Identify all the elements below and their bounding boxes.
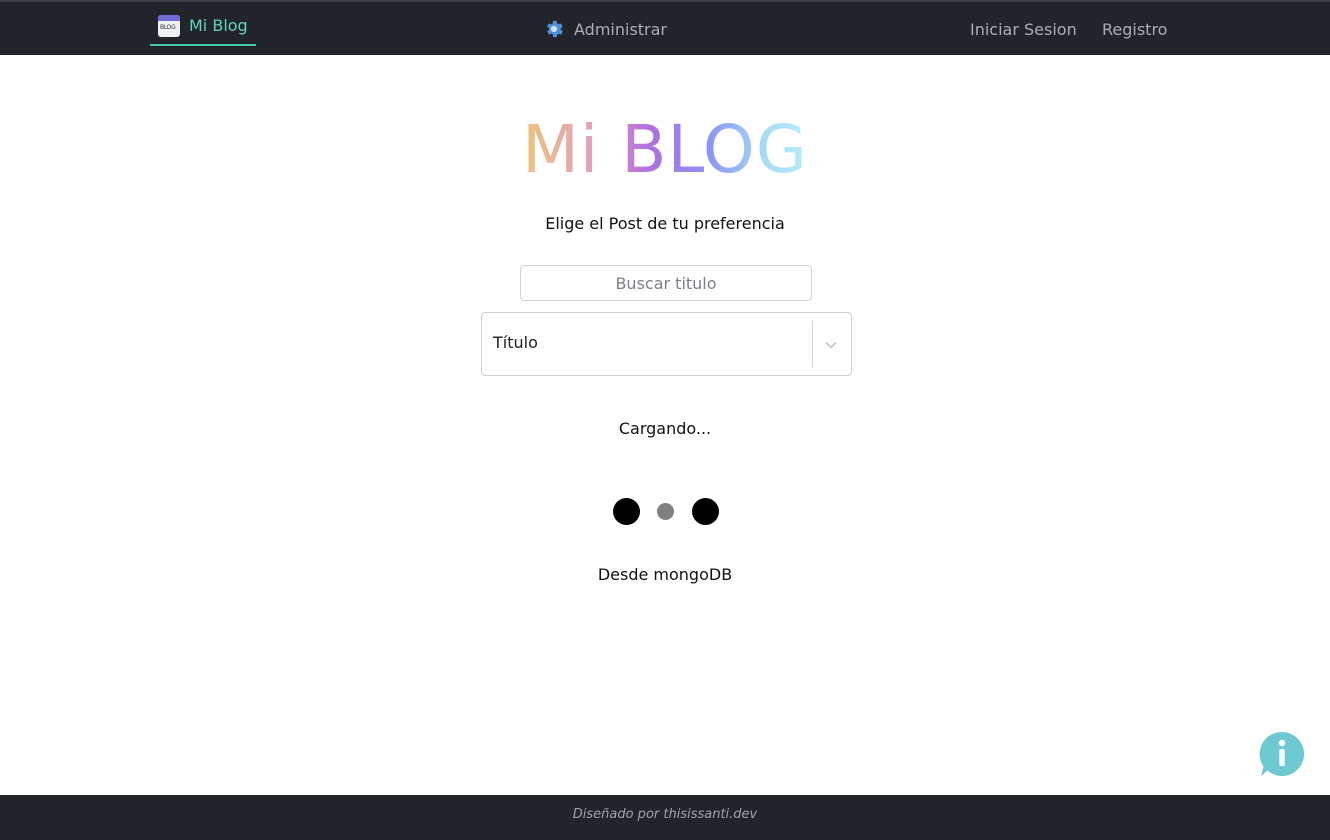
login-link[interactable]: Iniciar Sesion	[970, 20, 1077, 39]
page-title: Mi BLOG	[521, 111, 809, 188]
source-text: Desde mongoDB	[597, 565, 733, 584]
page-subtitle: Elige el Post de tu preferencia	[545, 214, 785, 233]
brand-label: Mi Blog	[189, 16, 248, 35]
top-navbar: BLOG Mi Blog Administrar Iniciar Sesion …	[0, 0, 1330, 55]
chevron-down-icon[interactable]	[823, 337, 839, 353]
footer: Diseñado por thisissanti.dev	[0, 795, 1330, 840]
admin-label: Administrar	[574, 19, 668, 39]
footer-credit: Diseñado por thisissanti.dev	[572, 807, 758, 822]
loader-dot	[692, 498, 719, 525]
info-icon	[1259, 731, 1305, 776]
loading-text: Cargando...	[618, 419, 712, 438]
info-button[interactable]	[1258, 730, 1306, 778]
hero: Mi BLOG	[0, 110, 1330, 190]
title-select[interactable]: Título	[481, 312, 852, 376]
loader-dot	[657, 503, 674, 520]
blog-logo-icon: BLOG	[158, 15, 180, 37]
select-separator	[812, 321, 813, 367]
gear-icon	[547, 20, 563, 38]
admin-link[interactable]: Administrar	[543, 18, 667, 40]
loader-dot	[613, 498, 640, 525]
register-link[interactable]: Registro	[1102, 20, 1167, 39]
search-input[interactable]	[520, 265, 812, 301]
brand-link[interactable]: BLOG Mi Blog	[150, 12, 256, 46]
select-value: Título	[493, 333, 538, 352]
